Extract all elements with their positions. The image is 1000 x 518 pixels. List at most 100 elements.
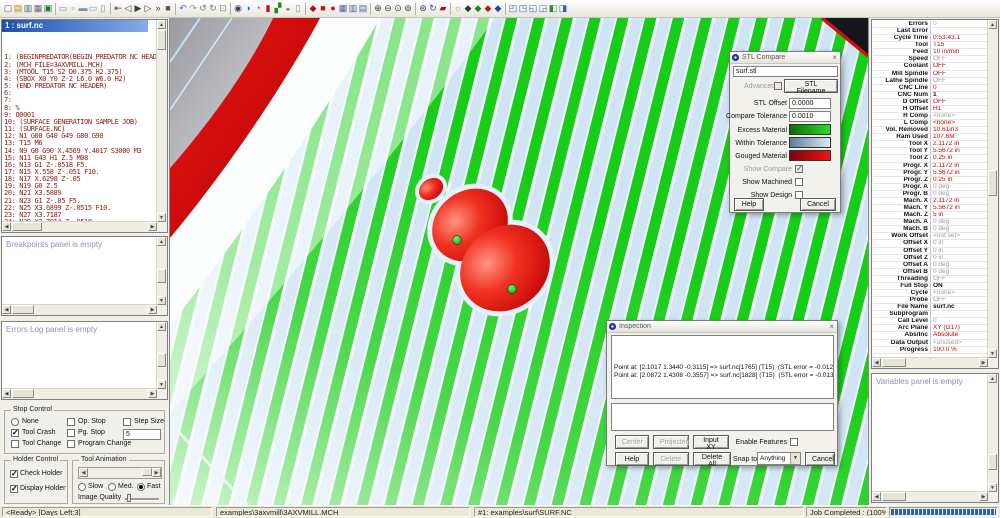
view-back-icon[interactable]: ◲ [538, 1, 548, 16]
save-as-icon[interactable]: ▥ [23, 1, 33, 16]
close-icon[interactable]: × [832, 52, 837, 63]
inspect-icon[interactable]: ◔ [253, 1, 263, 16]
inspection-point-marker-1[interactable] [453, 236, 462, 245]
scroll-down-icon[interactable]: ▼ [157, 296, 166, 305]
turbo-verify-icon[interactable]: ◑ [243, 1, 253, 16]
stl-compare-titlebar[interactable]: STL Compare × [730, 52, 840, 64]
scroll-down-icon[interactable]: ▼ [157, 380, 166, 389]
nc-code-line[interactable]: 5: (END PREDATOR NC HEADER) [4, 83, 156, 90]
step-size-input[interactable]: 5 [123, 429, 161, 440]
scroll-thumb[interactable] [988, 454, 997, 470]
stl-filename-button[interactable]: STL Filename [784, 79, 838, 93]
inspection-titlebar[interactable]: Inspection × [607, 321, 837, 333]
scroll-left-icon[interactable]: ◀ [79, 468, 88, 477]
axis-orb-icon[interactable]: ◆ [463, 1, 473, 16]
eject-icon[interactable]: ⊡ [218, 1, 228, 16]
breakpoints-vertical-scrollbar[interactable]: ▲ ▼ [156, 237, 167, 305]
scroll-right-icon[interactable]: ▶ [148, 305, 157, 314]
stop-none-radio[interactable] [11, 418, 19, 426]
nc-code-listing[interactable]: 1: (BEGINPREDATOR(BEGIN PREDATOR NC HEAD… [4, 33, 156, 222]
display-holder-checkbox[interactable] [10, 485, 18, 493]
program-change-checkbox[interactable] [67, 440, 75, 448]
probe-icon[interactable]: ◒ [283, 1, 293, 16]
redo-icon[interactable]: ↷ [188, 1, 198, 16]
run-icon[interactable]: ▶ [133, 1, 143, 16]
scroll-thumb[interactable] [157, 269, 166, 283]
light-icon[interactable]: ☼ [453, 1, 463, 16]
scroll-up-icon[interactable]: ▲ [988, 20, 997, 29]
cancel-button[interactable]: Cancel [800, 198, 836, 211]
scroll-thumb[interactable] [142, 468, 152, 476]
scroll-thumb[interactable] [157, 353, 166, 367]
tool-change-checkbox[interactable] [11, 440, 19, 448]
status-vertical-scrollbar[interactable]: ▲ ▼ [987, 20, 998, 358]
nc-program-title[interactable]: 1 : surf.nc [2, 20, 148, 32]
scroll-thumb[interactable] [12, 305, 34, 314]
stl-compare-icon[interactable]: ◆ [308, 1, 318, 16]
scroll-up-icon[interactable]: ▲ [157, 322, 166, 331]
axis-x-icon[interactable]: ◆ [473, 1, 483, 16]
errors-horizontal-scrollbar[interactable]: ◀ ▶ [2, 388, 157, 399]
scroll-down-icon[interactable]: ▼ [157, 213, 166, 222]
nc-code-line[interactable]: 7: [4, 97, 156, 104]
scroll-right-icon[interactable]: ▶ [148, 389, 157, 398]
zoom-in-icon[interactable]: ⊕ [373, 1, 383, 16]
material-compare-icon[interactable]: ▞ [273, 1, 283, 16]
capture-image-icon[interactable]: ▭ [58, 1, 68, 16]
scroll-thumb[interactable] [12, 222, 42, 231]
scroll-left-icon[interactable]: ◀ [2, 222, 11, 231]
inspection-point-entry[interactable]: Point at: [2.0872 1.4308 -0.3557] => sur… [614, 372, 831, 381]
nc-horizontal-scrollbar[interactable]: ◀ ▶ [2, 221, 157, 232]
step-back-icon[interactable]: ◁ [123, 1, 133, 16]
speed-slow-radio[interactable] [78, 483, 86, 491]
chevron-down-icon[interactable]: ▼ [790, 453, 800, 464]
scroll-down-icon[interactable]: ▼ [988, 349, 997, 358]
help-button[interactable]: Help [615, 452, 649, 466]
new-file-icon[interactable]: ▢ [3, 1, 13, 16]
scroll-right-icon[interactable]: ▶ [979, 358, 988, 367]
matrix-report-icon[interactable]: ▤ [358, 1, 368, 16]
op-stop-checkbox[interactable] [67, 418, 75, 426]
report-window-icon[interactable]: ▬ [78, 1, 88, 16]
undo-icon[interactable]: ↶ [178, 1, 188, 16]
snap-to-dropdown[interactable]: Anything ▼ [757, 452, 801, 465]
collision-report-icon[interactable]: ● [328, 1, 338, 16]
scroll-right-icon[interactable]: ▶ [152, 468, 161, 477]
scroll-thumb[interactable] [882, 492, 906, 501]
grid-report-icon[interactable]: ▦ [338, 1, 348, 16]
close-icon[interactable]: × [829, 321, 834, 332]
stl-filename-field[interactable]: surf.stl [733, 66, 838, 77]
scroll-thumb[interactable] [12, 389, 34, 398]
inspection-point-list[interactable]: Point at: [2.1017 1.3440 -0.3115] => sur… [611, 335, 834, 399]
refresh-icon[interactable]: ↻ [208, 1, 218, 16]
image-quality-slider-thumb[interactable] [127, 494, 131, 502]
print-icon[interactable]: ▦ [33, 1, 43, 16]
options-icon[interactable]: ▯ [293, 1, 303, 16]
scroll-left-icon[interactable]: ◀ [872, 358, 881, 367]
scroll-right-icon[interactable]: ▶ [148, 222, 157, 231]
input-xy-button[interactable]: Input XY [693, 435, 729, 449]
scroll-right-icon[interactable]: ▶ [979, 492, 988, 501]
scroll-up-icon[interactable]: ▲ [157, 237, 166, 246]
nc-vertical-scrollbar[interactable]: ▲ ▼ [156, 20, 167, 222]
verify-icon[interactable]: ◉ [233, 1, 243, 16]
scroll-left-icon[interactable]: ◀ [872, 492, 881, 501]
table-report-icon[interactable]: ▥ [348, 1, 358, 16]
view-top-icon[interactable]: ◳ [518, 1, 528, 16]
center-button[interactable]: Center [615, 435, 649, 449]
pg-stop-checkbox[interactable] [67, 429, 75, 437]
delete-button[interactable]: Delete [653, 452, 689, 466]
axis-y-icon[interactable]: ◆ [483, 1, 493, 16]
inspection-point-marker-2[interactable] [508, 285, 517, 294]
status-horizontal-scrollbar[interactable]: ◀ ▶ [872, 357, 988, 368]
animation-speed-scrollbar[interactable]: ◀ ▶ [78, 467, 162, 479]
scroll-left-icon[interactable]: ◀ [2, 389, 11, 398]
projected-button[interactable]: Projected [653, 435, 689, 449]
copy-image-icon[interactable]: ▫ [68, 1, 78, 16]
compare-tolerance-input[interactable]: 0.0010 [789, 111, 831, 122]
delete-all-button[interactable]: Delete All [693, 452, 731, 466]
scroll-up-icon[interactable]: ▲ [157, 20, 166, 29]
scroll-thumb[interactable] [157, 30, 166, 50]
variables-vertical-scrollbar[interactable]: ▲ ▼ [987, 374, 998, 492]
tool-crash-check-icon[interactable]: ▮ [263, 1, 273, 16]
